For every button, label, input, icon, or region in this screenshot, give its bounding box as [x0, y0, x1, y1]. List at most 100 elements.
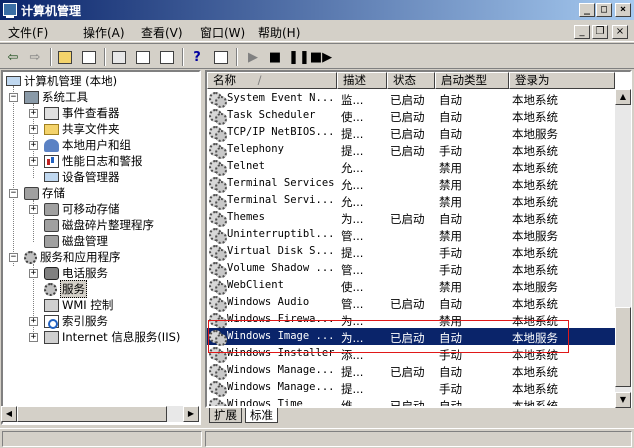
pause-icon[interactable]: ❚❚	[288, 48, 310, 66]
tree-item-iis[interactable]: Internet 信息服务(IIS)	[44, 329, 180, 345]
menu-help[interactable]: 帮助(H)	[258, 24, 300, 41]
scroll-left-icon[interactable]: ◀	[1, 406, 17, 422]
tab-standard[interactable]: 标准	[245, 408, 278, 423]
tree-item-system-tools[interactable]: 系统工具	[24, 89, 88, 105]
minimize-button[interactable]: _	[579, 3, 595, 17]
service-gear-icon	[209, 227, 227, 244]
collapse-icon[interactable]: −	[9, 93, 18, 102]
table-row[interactable]: Terminal Services 允... 禁用 本地系统	[207, 175, 615, 193]
tree-item-device-manager[interactable]: 设备管理器	[44, 169, 120, 185]
table-row[interactable]: Windows Manage... 提... 手动 本地系统	[207, 379, 615, 397]
table-row[interactable]: Terminal Servi... 允... 禁用 本地系统	[207, 192, 615, 210]
restart-icon[interactable]: ■▶	[310, 48, 332, 66]
tree-item-wmi-control[interactable]: WMI 控制	[44, 297, 113, 313]
menu-view[interactable]: 查看(V)	[141, 24, 183, 41]
services-list[interactable]: 名称 / 描述 状态 启动类型 登录为 System Event N... 监..…	[205, 70, 632, 408]
tree-horizontal-scrollbar[interactable]: ◀ ▶	[1, 406, 199, 422]
table-row[interactable]: Virtual Disk S... 提... 手动 本地系统	[207, 243, 615, 261]
column-header-startup-type[interactable]: 启动类型	[435, 72, 509, 89]
child-restore-button[interactable]: ❐	[592, 25, 608, 39]
users-icon	[44, 138, 59, 152]
expand-icon[interactable]: +	[29, 109, 38, 118]
tree-item-shared-folders[interactable]: 共享文件夹	[44, 121, 120, 137]
scroll-thumb[interactable]	[615, 307, 631, 387]
expand-icon[interactable]: +	[29, 269, 38, 278]
tree-item-local-users[interactable]: 本地用户和组	[44, 137, 131, 153]
table-row[interactable]: Telnet 允... 禁用 本地系统	[207, 158, 615, 176]
service-description: 维...	[341, 399, 364, 408]
forward-icon[interactable]: ⇨	[26, 48, 44, 66]
table-row[interactable]: Task Scheduler 使... 已启动 自动 本地系统	[207, 107, 615, 125]
refresh-icon[interactable]	[134, 48, 152, 66]
scroll-right-icon[interactable]: ▶	[183, 406, 199, 422]
table-row[interactable]: TCP/IP NetBIOS... 提... 已启动 自动 本地服务	[207, 124, 615, 142]
child-close-button[interactable]: ×	[612, 25, 628, 39]
console-icon[interactable]	[212, 48, 230, 66]
back-icon[interactable]: ⇦	[4, 48, 22, 66]
table-row[interactable]: WebClient 使... 禁用 本地服务	[207, 277, 615, 295]
expand-icon[interactable]: +	[29, 205, 38, 214]
table-row[interactable]: Volume Shadow ... 管... 手动 本地系统	[207, 260, 615, 278]
tree-item-root[interactable]: 计算机管理 (本地)	[6, 73, 117, 89]
expand-icon[interactable]: +	[29, 317, 38, 326]
properties-icon[interactable]	[110, 48, 128, 66]
table-row[interactable]: Windows Manage... 提... 已启动 自动 本地系统	[207, 362, 615, 380]
tree-item-defrag[interactable]: 磁盘碎片整理程序	[44, 217, 154, 233]
service-description: 允...	[341, 161, 364, 175]
column-header-status[interactable]: 状态	[387, 72, 435, 89]
tree-item-storage[interactable]: 存储	[24, 185, 65, 201]
column-header-log-on-as[interactable]: 登录为	[509, 72, 615, 89]
tree-item-perf-logs[interactable]: 性能日志和警报	[44, 153, 143, 169]
stop-icon[interactable]: ■	[266, 48, 284, 66]
expand-icon[interactable]: +	[29, 157, 38, 166]
menu-action[interactable]: 操作(A)	[83, 24, 125, 41]
list-vertical-scrollbar[interactable]: ▲ ▼	[615, 89, 631, 408]
play-icon[interactable]: ▶	[244, 48, 262, 66]
collapse-icon[interactable]: −	[9, 189, 18, 198]
child-minimize-button[interactable]: _	[574, 25, 590, 39]
table-row[interactable]: System Event N... 监... 已启动 自动 本地系统	[207, 90, 615, 108]
column-header-description[interactable]: 描述	[337, 72, 387, 89]
up-folder-icon[interactable]	[56, 48, 74, 66]
tree-item-disk-management[interactable]: 磁盘管理	[44, 233, 108, 249]
column-header-name[interactable]: 名称 /	[207, 72, 337, 89]
scroll-thumb[interactable]	[17, 406, 167, 422]
table-row[interactable]: Windows Audio 管... 已启动 自动 本地系统	[207, 294, 615, 312]
tree-item-services-apps[interactable]: 服务和应用程序	[24, 249, 121, 265]
toolbar-separator	[50, 48, 52, 66]
service-description: 为...	[341, 212, 364, 226]
scroll-down-icon[interactable]: ▼	[615, 392, 631, 408]
table-row[interactable]: Windows Time 维... 已启动 自动 本地系统	[207, 396, 615, 408]
tab-extended[interactable]: 扩展	[209, 408, 242, 423]
help-icon[interactable]: ?	[188, 48, 206, 66]
console-tree[interactable]: 计算机管理 (本地) − 系统工具 + 事件查看器 + 共享文件夹 + 本地用户…	[1, 70, 201, 425]
tree-item-telephony[interactable]: 电话服务	[44, 265, 108, 281]
service-startup-type: 手动	[439, 144, 462, 158]
menu-window[interactable]: 窗口(W)	[200, 24, 245, 41]
service-gear-icon	[209, 278, 227, 295]
scroll-up-icon[interactable]: ▲	[615, 89, 631, 105]
service-startup-type: 禁用	[439, 229, 462, 243]
menu-file[interactable]: 文件(F)	[8, 24, 48, 41]
service-gear-icon	[209, 244, 227, 261]
collapse-icon[interactable]: −	[9, 253, 18, 262]
table-row[interactable]: Telephony 提... 已启动 手动 本地系统	[207, 141, 615, 159]
tree-item-services[interactable]: 服务	[44, 280, 87, 298]
tree-item-event-viewer[interactable]: 事件查看器	[44, 105, 120, 121]
expand-icon[interactable]: +	[29, 141, 38, 150]
maximize-button[interactable]: □	[596, 3, 612, 17]
service-log-on-as: 本地服务	[512, 229, 558, 243]
export-icon[interactable]	[158, 48, 176, 66]
table-row[interactable]: Uninterruptibl... 管... 禁用 本地服务	[207, 226, 615, 244]
service-name: Telephony	[227, 143, 284, 155]
table-row[interactable]: Themes 为... 已启动 自动 本地系统	[207, 209, 615, 227]
tree-item-removable-storage[interactable]: 可移动存储	[44, 201, 120, 217]
removable-storage-icon	[44, 202, 59, 216]
close-button[interactable]: ×	[615, 3, 631, 17]
show-tree-icon[interactable]	[80, 48, 98, 66]
tree-label: 磁盘管理	[62, 234, 108, 248]
expand-icon[interactable]: +	[29, 333, 38, 342]
expand-icon[interactable]: +	[29, 125, 38, 134]
service-status: 已启动	[390, 110, 425, 124]
tree-item-indexing[interactable]: 索引服务	[44, 313, 108, 329]
